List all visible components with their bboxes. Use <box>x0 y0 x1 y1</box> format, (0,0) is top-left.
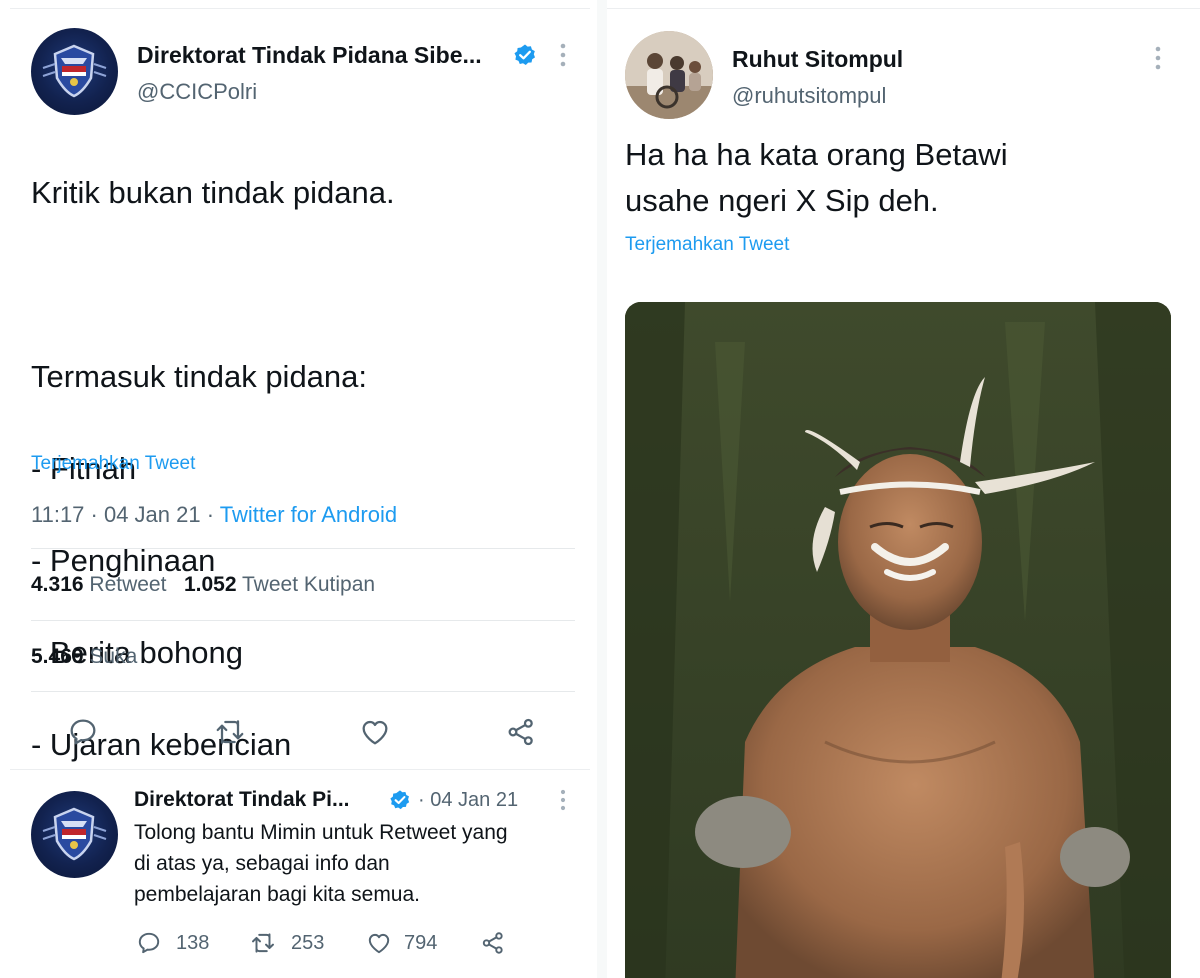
quote-stat[interactable]: 1.052 Tweet Kutipan <box>184 573 375 596</box>
profile-photo-icon <box>625 31 713 119</box>
right-tweet-panel: Ruhut Sitompul @ruhutsitompul Ha ha ha k… <box>607 0 1200 978</box>
author-handle[interactable]: @ruhutsitompul <box>732 83 886 109</box>
stats-row: 4.316 Retweet 1.052 Tweet Kutipan <box>31 573 375 597</box>
author-name[interactable]: Ruhut Sitompul <box>732 46 903 73</box>
more-options-icon[interactable] <box>558 788 568 812</box>
divider <box>31 691 575 692</box>
retweet-count: 253 <box>291 932 325 954</box>
tweet-source-link[interactable]: Twitter for Android <box>220 502 397 527</box>
divider <box>31 548 575 549</box>
author-handle[interactable]: @CCICPolri <box>137 79 257 105</box>
like-count: 794 <box>404 932 438 954</box>
divider <box>10 769 590 770</box>
reply-author-name[interactable]: Direktorat Tindak Pi... <box>134 788 350 812</box>
retweet-icon[interactable] <box>249 930 277 956</box>
like-label: Suka <box>89 645 138 668</box>
author-avatar[interactable] <box>31 28 118 115</box>
tweet-line: Kritik bukan tindak pidana. <box>31 175 395 210</box>
like-heart-icon[interactable] <box>359 716 391 748</box>
like-heart-icon[interactable] <box>366 930 392 956</box>
retweet-icon[interactable] <box>213 716 247 748</box>
police-emblem-icon <box>42 807 107 861</box>
verified-badge-icon <box>390 790 410 810</box>
more-options-icon[interactable] <box>558 42 568 68</box>
author-name[interactable]: Direktorat Tindak Pidana Sibe... <box>137 42 482 69</box>
tweet-line: Termasuk tindak pidana: <box>31 359 368 394</box>
tweet-line <box>31 262 395 308</box>
tweet-media-photo[interactable] <box>625 302 1171 978</box>
left-tweet-panel: Direktorat Tindak Pidana Sibe... @CCICPo… <box>0 0 600 978</box>
retweet-label: Retweet <box>89 573 167 596</box>
reply-icon[interactable] <box>67 716 99 748</box>
retweet-count: 4.316 <box>31 573 84 596</box>
translate-tweet-link[interactable]: Terjemahkan Tweet <box>31 453 195 475</box>
police-emblem-icon <box>42 44 107 98</box>
reply-date[interactable]: · 04 Jan 21 <box>418 789 518 812</box>
tweet-timestamp: 11:17 · 04 Jan 21 · Twitter for Android <box>31 502 397 528</box>
quote-count: 1.052 <box>183 573 237 596</box>
photo-illustration <box>625 302 1171 978</box>
reply-author-avatar[interactable] <box>31 791 118 878</box>
more-options-icon[interactable] <box>1153 45 1163 71</box>
tweet-body: Ha ha ha kata orang Betawi usahe ngeri X… <box>625 137 1008 218</box>
share-icon[interactable] <box>505 716 537 748</box>
tweet-time[interactable]: 11:17 · 04 Jan 21 · <box>31 502 220 527</box>
top-divider <box>607 8 1200 9</box>
reply-icon[interactable] <box>136 930 162 956</box>
like-stat[interactable]: 5.469 Suka <box>31 645 137 669</box>
retweet-stat[interactable]: 4.316 Retweet <box>31 573 166 596</box>
panel-divider <box>597 0 607 978</box>
like-count: 5.469 <box>31 645 84 668</box>
reply-tweet-body: Tolong bantu Mimin untuk Retweet yang di… <box>134 821 508 906</box>
reply-count: 138 <box>176 932 210 954</box>
divider <box>31 620 575 621</box>
translate-tweet-link[interactable]: Terjemahkan Tweet <box>625 234 789 256</box>
author-avatar[interactable] <box>625 31 713 119</box>
top-divider <box>10 8 590 9</box>
verified-badge-icon <box>514 44 535 65</box>
quote-label: Tweet Kutipan <box>242 573 376 596</box>
share-icon[interactable] <box>480 930 506 956</box>
